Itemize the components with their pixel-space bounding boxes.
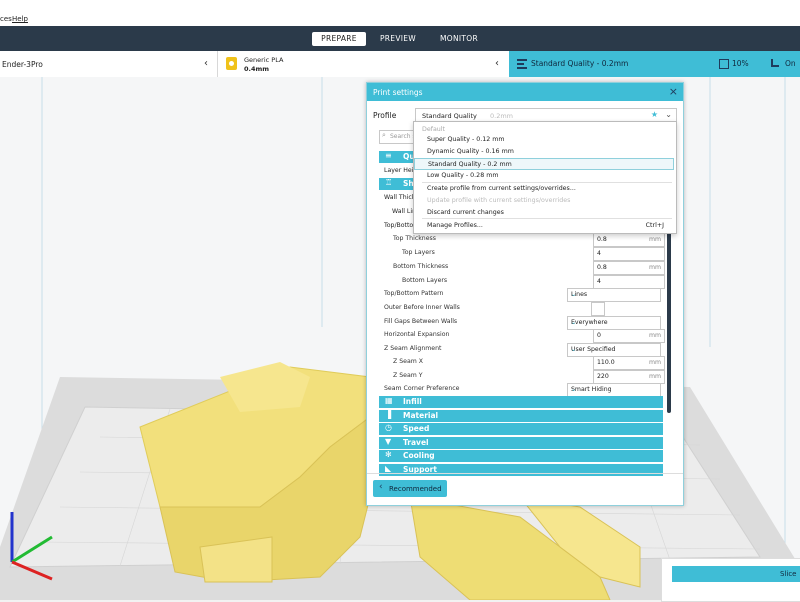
profile-option-low[interactable]: Low Quality - 0.28 mm: [414, 170, 674, 182]
slice-button[interactable]: Slice: [672, 566, 800, 582]
outer-before-inner-checkbox[interactable]: [591, 302, 605, 316]
travel-icon: ▼: [385, 437, 392, 446]
profile-dropdown: Default Super Quality - 0.12 mm Dynamic …: [413, 121, 677, 234]
category-support[interactable]: ◣ Support: [379, 464, 663, 476]
profile-option-standard[interactable]: Standard Quality - 0.2 mm: [414, 158, 674, 170]
create-profile-action[interactable]: Create profile from current settings/ove…: [414, 183, 674, 195]
setting-top-bottom-pattern: Top/Bottom Pattern Lines ⌄: [381, 288, 665, 302]
profile-label: Profile: [373, 111, 397, 120]
material-name[interactable]: Generic PLA: [244, 56, 283, 64]
setting-outer-before-inner: Outer Before Inner Walls: [381, 302, 665, 316]
cooling-icon: ✻: [385, 450, 392, 459]
stage-preview[interactable]: PREVIEW: [372, 32, 424, 46]
profile-option-dynamic[interactable]: Dynamic Quality - 0.16 mm: [414, 146, 674, 158]
category-speed[interactable]: ◷ Speed: [379, 423, 663, 435]
star-icon: ★: [650, 110, 658, 119]
slice-panel: Slice: [661, 558, 800, 602]
manage-profiles-action[interactable]: Manage Profiles... Ctrl+J: [414, 220, 674, 232]
printer-selector[interactable]: Ender-3Pro: [2, 60, 43, 69]
update-profile-action: Update profile with current settings/ove…: [427, 197, 571, 204]
divider: [217, 51, 218, 77]
profile-option-super[interactable]: Super Quality - 0.12 mm: [414, 134, 674, 146]
menu-help[interactable]: Help: [12, 15, 28, 23]
quality-icon: [517, 59, 527, 69]
horizontal-expansion-input[interactable]: 0 mm: [593, 329, 665, 343]
material-spool-icon: [226, 57, 237, 70]
setting-seam-corner: Seam Corner Preference Smart Hiding ⌄: [381, 383, 665, 397]
chevron-down-icon: ⌄: [571, 319, 577, 326]
stage-monitor[interactable]: MONITOR: [432, 32, 486, 46]
profile-value: Standard Quality: [422, 112, 477, 120]
support-value: On: [785, 59, 796, 68]
profile-suffix: 0.2mm: [490, 112, 514, 120]
search-icon: ⌕: [382, 131, 386, 139]
setting-bottom-thickness: Bottom Thickness 0.8 mm: [381, 261, 665, 275]
recommended-button[interactable]: ‹ Recommended: [373, 480, 447, 497]
chevron-down-icon: ⌄: [571, 291, 577, 298]
print-settings-bar[interactable]: Standard Quality - 0.2mm 10% On: [509, 51, 800, 77]
top-bottom-pattern-select[interactable]: Lines ⌄: [567, 288, 661, 302]
category-material[interactable]: ▐ Material: [379, 410, 663, 422]
setting-horizontal-expansion: Horizontal Expansion 0 mm: [381, 329, 665, 343]
chevron-left-icon: ‹: [379, 482, 383, 492]
chevron-left-icon[interactable]: ‹: [204, 58, 208, 69]
setting-z-seam-alignment: Z Seam Alignment User Specified ⌄: [381, 343, 665, 357]
setting-z-seam-x: Z Seam X 110.0 mm: [381, 356, 665, 370]
close-icon[interactable]: ×: [669, 85, 678, 98]
seam-corner-select[interactable]: Smart Hiding ⌄: [567, 383, 661, 397]
fill-gaps-select[interactable]: Everywhere ⌄: [567, 316, 661, 330]
panel-header: Print settings ×: [367, 83, 683, 101]
category-cooling[interactable]: ✻ Cooling: [379, 450, 663, 462]
manage-profiles-shortcut: Ctrl+J: [645, 222, 664, 229]
support-icon: [771, 59, 779, 67]
chevron-left-icon[interactable]: ‹: [495, 58, 499, 69]
footer-divider: [367, 473, 683, 474]
bottom-layers-input[interactable]: 4: [593, 275, 665, 289]
setting-top-layers: Top Layers 4: [381, 247, 665, 261]
infill-icon: ▦: [385, 396, 393, 405]
support-icon: ◣: [385, 464, 392, 473]
menu-bar: ces Help: [0, 0, 800, 26]
z-seam-x-input[interactable]: 110.0 mm: [593, 356, 665, 370]
category-travel[interactable]: ▼ Travel: [379, 437, 663, 449]
setting-z-seam-y: Z Seam Y 220 mm: [381, 370, 665, 384]
setting-fill-gaps: Fill Gaps Between Walls Everywhere ⌄: [381, 316, 665, 330]
speed-icon: ◷: [385, 423, 392, 432]
bottom-thickness-input[interactable]: 0.8 mm: [593, 261, 665, 275]
nozzle-size: 0.4mm: [244, 65, 270, 73]
dropdown-divider: [422, 218, 672, 219]
settings-scrollbar[interactable]: [667, 223, 671, 413]
setting-top-thickness: Top Thickness 0.8 mm: [381, 233, 665, 247]
quality-profile: Standard Quality - 0.2mm: [531, 59, 629, 68]
top-layers-input[interactable]: 4: [593, 247, 665, 261]
shell-icon: ♖: [385, 178, 393, 187]
z-seam-alignment-select[interactable]: User Specified ⌄: [567, 343, 661, 357]
setting-bottom-layers: Bottom Layers 4: [381, 275, 665, 289]
infill-icon: [719, 59, 729, 69]
stage-prepare[interactable]: PREPARE: [312, 32, 366, 46]
stage-bar: PREPARE PREVIEW MONITOR: [0, 26, 800, 51]
chevron-down-icon: ⌄: [571, 346, 577, 353]
quality-icon: ≡: [385, 151, 392, 160]
chevron-down-icon: ⌄: [571, 386, 577, 393]
menu-preferences[interactable]: ces: [0, 15, 12, 23]
panel-title: Print settings: [373, 88, 423, 97]
material-icon: ▐: [385, 410, 392, 419]
top-thickness-input[interactable]: 0.8 mm: [593, 233, 665, 247]
z-seam-y-input[interactable]: 220 mm: [593, 370, 665, 384]
infill-value: 10%: [732, 59, 749, 68]
chevron-down-icon: ⌄: [665, 110, 672, 119]
category-infill[interactable]: ▦ Infill: [379, 396, 663, 408]
